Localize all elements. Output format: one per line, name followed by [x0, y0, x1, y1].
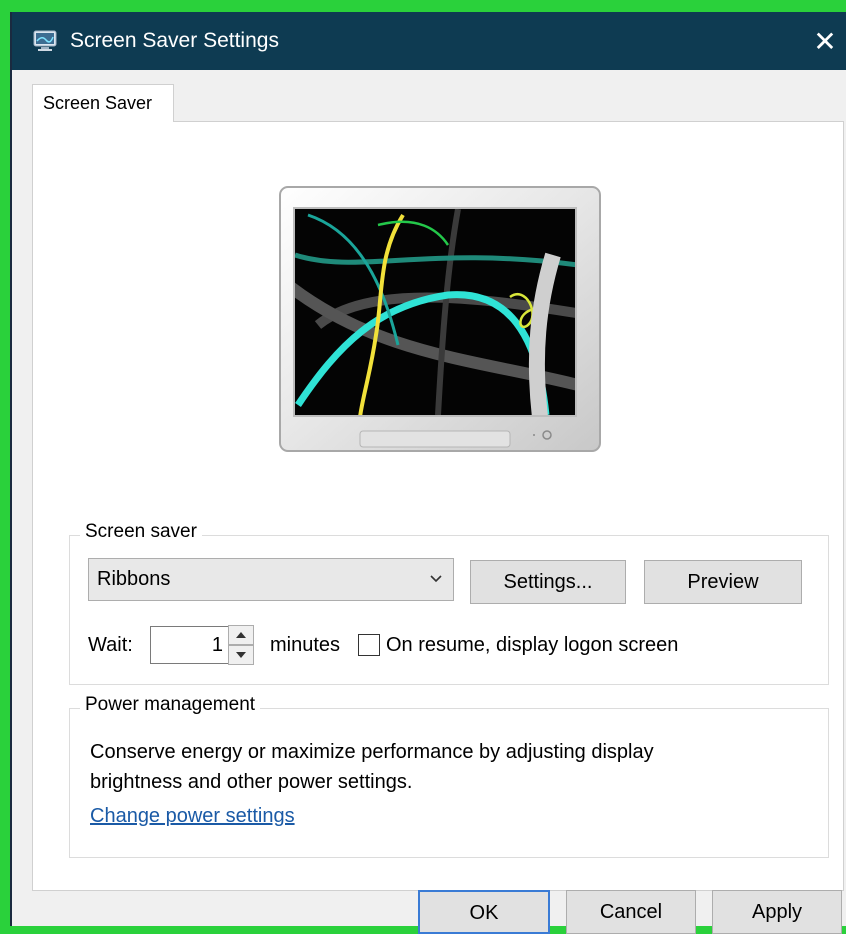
screen-saver-select[interactable]: Ribbons [88, 558, 454, 601]
cancel-button[interactable]: Cancel [566, 890, 696, 934]
triangle-down-icon [236, 652, 246, 658]
tab-screen-saver[interactable]: Screen Saver [32, 84, 174, 122]
wait-minutes-input[interactable]: 1 [150, 626, 230, 664]
title-bar[interactable]: Screen Saver Settings ✕ [12, 12, 846, 70]
tab-strip: Screen Saver [32, 84, 838, 122]
screen-saver-group: Screen saver Ribbons Settings... Preview… [69, 521, 829, 685]
screen-saver-group-label: Screen saver [80, 521, 202, 543]
close-button[interactable]: ✕ [802, 12, 846, 70]
triangle-up-icon [236, 632, 246, 638]
window-title: Screen Saver Settings [70, 29, 279, 52]
ribbons-screensaver-image [295, 209, 575, 415]
display-settings-icon [33, 30, 57, 51]
minutes-label: minutes [270, 634, 341, 656]
monitor-preview [279, 186, 601, 452]
change-power-settings-link[interactable]: Change power settings [90, 805, 295, 828]
power-description: Conserve energy or maximize performance … [90, 741, 654, 793]
logon-screen-checkbox[interactable] [358, 634, 380, 656]
spin-up-button[interactable] [228, 625, 254, 645]
spin-down-button[interactable] [228, 645, 254, 665]
screen-saver-select-value: Ribbons [97, 568, 171, 590]
logon-screen-label[interactable]: On resume, display logon screen [386, 634, 678, 657]
tab-panel-screen-saver: Screen saver Ribbons Settings... Preview… [32, 121, 844, 891]
preview-button[interactable]: Preview [644, 560, 802, 604]
chevron-down-icon [430, 575, 442, 583]
apply-button[interactable]: Apply [712, 890, 842, 934]
power-management-group-label: Power management [80, 694, 261, 716]
close-icon: ✕ [813, 25, 837, 57]
power-management-group: Power management Conserve energy or maxi… [69, 694, 829, 858]
wait-label: Wait: [88, 634, 133, 656]
settings-button[interactable]: Settings... [470, 560, 626, 604]
screen-saver-settings-window: Screen Saver Settings ✕ Screen Saver Scr… [10, 12, 846, 934]
wait-spinner [228, 625, 254, 665]
ok-button[interactable]: OK [418, 890, 550, 934]
